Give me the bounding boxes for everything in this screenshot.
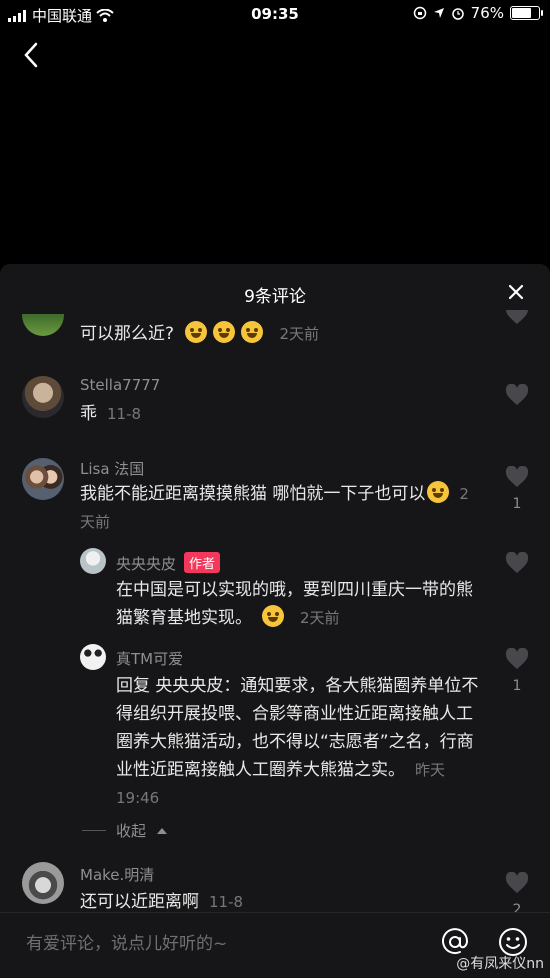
heart-icon <box>505 465 529 487</box>
comment-text: 在中国是可以实现的哦，要到四川重庆一带的熊猫繁育基地实现。 2天前 <box>116 580 473 628</box>
alarm-icon <box>451 8 464 20</box>
close-button[interactable] <box>504 280 528 304</box>
laughing-emoji-icon <box>185 321 208 343</box>
avatar[interactable] <box>22 314 64 336</box>
avatar[interactable] <box>22 862 64 904</box>
username[interactable]: Make.明清 <box>80 864 154 885</box>
comment-input-bar: @有凤来仪nn <box>0 912 550 978</box>
comment-time: 11-8 <box>107 405 142 423</box>
battery-percent: 76% <box>470 4 504 22</box>
caret-up-icon <box>157 827 168 834</box>
avatar[interactable] <box>22 376 64 418</box>
heart-icon <box>505 551 529 573</box>
comment-text: 乖 11-8 <box>80 404 142 424</box>
like-button[interactable] <box>504 383 530 410</box>
like-button[interactable] <box>504 310 530 324</box>
avatar[interactable] <box>22 458 64 500</box>
divider <box>82 830 106 831</box>
avatar[interactable] <box>80 548 106 574</box>
laughing-emoji-icon <box>241 321 264 343</box>
comments-panel: 9条评论 可以那么近? 2天前 Stella7777 乖 11-8 Lisa 法国… <box>0 264 550 977</box>
username[interactable]: Stella7777 <box>80 376 160 394</box>
back-button[interactable] <box>20 40 44 70</box>
watermark: @有凤来仪nn <box>456 956 544 972</box>
rotation-lock-icon <box>413 6 426 20</box>
username[interactable]: 央央央皮 作者 <box>116 552 221 574</box>
username[interactable]: 真TM可爱 <box>116 648 183 669</box>
comment-text: 回复 央央央皮：通知要求，各大熊猫圈养单位不得组织开展投喂、合影等商业性近距离接… <box>116 676 479 807</box>
battery-icon <box>510 6 543 20</box>
avatar[interactable] <box>80 644 106 670</box>
like-button[interactable]: 1 <box>504 465 530 512</box>
like-button[interactable]: 1 <box>504 647 530 694</box>
close-icon <box>508 284 524 300</box>
heart-icon <box>505 647 529 669</box>
comment-input[interactable] <box>24 927 408 961</box>
comment-text: 可以那么近? 2天前 <box>80 320 319 348</box>
comment-time: 2天前 <box>300 609 340 627</box>
status-right: 76% <box>413 4 543 22</box>
location-icon <box>433 8 444 18</box>
like-count: 1 <box>512 678 522 694</box>
laughing-emoji-icon <box>213 321 236 343</box>
username[interactable]: Lisa 法国 <box>80 458 144 479</box>
like-count: 1 <box>512 496 522 512</box>
author-badge: 作者 <box>184 552 221 573</box>
chevron-left-icon <box>24 42 38 68</box>
comment-time: 11-8 <box>209 893 244 911</box>
collapse-label: 收起 <box>116 822 147 840</box>
heart-icon <box>505 871 529 893</box>
status-bar: 中国联通 09:35 76% <box>0 0 550 28</box>
winking-emoji-icon <box>262 605 284 627</box>
heart-icon <box>506 310 528 324</box>
comment-time: 2天前 <box>279 325 319 343</box>
comment-text: 我能不能近距离摸摸熊猫 哪怕就一下子也可以 2天前 <box>80 480 480 536</box>
like-button[interactable] <box>504 551 530 578</box>
collapse-replies-button[interactable]: 收起 <box>82 820 168 841</box>
laughing-emoji-icon <box>427 481 450 503</box>
panel-title: 9条评论 <box>244 287 306 307</box>
heart-icon <box>505 383 529 405</box>
